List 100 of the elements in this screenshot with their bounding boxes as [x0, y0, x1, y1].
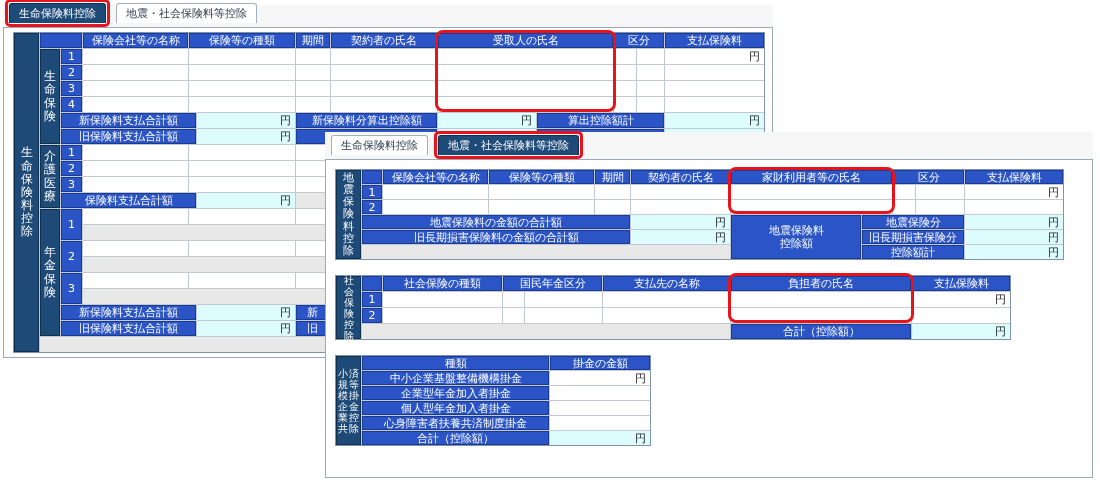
section-label: 地震保険料控除	[336, 170, 361, 259]
row-number: 1	[61, 145, 82, 160]
row-label: 新保険料分算出控除額	[296, 113, 437, 128]
amount-cell: 円	[197, 305, 295, 320]
amount-cell: 円	[197, 129, 295, 144]
row-label: 算出控除額計	[537, 113, 664, 128]
tab[interactable]: 地震・社会保険料等控除	[438, 135, 579, 155]
row-number: 1	[61, 49, 82, 64]
section-label: 生命保険	[40, 49, 60, 144]
column-header: 区分	[893, 170, 964, 184]
table-cell	[916, 200, 964, 214]
amount-cell: 円	[631, 230, 730, 244]
table-cell	[893, 185, 915, 199]
column-header: 支払保険料	[665, 33, 764, 48]
amount-cell: 円	[197, 321, 295, 336]
amount-cell: 円	[438, 113, 536, 128]
section-label: 生命保険料控除	[14, 33, 39, 352]
row-number: 2	[61, 161, 82, 176]
table-cell	[893, 200, 915, 214]
amount-cell: 円	[550, 431, 650, 445]
row-label: 合計（控除額）	[731, 324, 911, 339]
table-cell	[637, 49, 664, 64]
table-cell	[296, 97, 330, 112]
row-number: 2	[362, 308, 382, 323]
column-header: 期間	[296, 33, 330, 48]
row-number: 4	[61, 97, 82, 112]
row-label: 旧長期損害保険料の金額の合計額	[362, 230, 630, 244]
table-cell	[503, 308, 524, 323]
amount-cell: 円	[965, 245, 1063, 259]
table-cell	[296, 81, 330, 96]
row-number: 3	[61, 81, 82, 96]
row-label: 旧保険料支払合計額	[61, 129, 196, 144]
column-header: 区分	[614, 33, 664, 48]
amount-cell: 円	[965, 230, 1063, 244]
amount-cell: 円	[912, 324, 1010, 339]
tab[interactable]: 生命保険料控除	[9, 3, 106, 23]
amount-cell: 円	[965, 215, 1063, 229]
section-label: 社会保険控除	[336, 276, 361, 339]
section-label: 介護医療	[40, 145, 60, 208]
table-cell	[503, 292, 524, 307]
row-label: 地震保険料控除額	[731, 215, 861, 259]
row-label: 心身障害者扶養共済制度掛金	[362, 416, 549, 430]
amount-cell: 円	[665, 49, 764, 64]
tab[interactable]: 生命保険料控除	[331, 135, 428, 155]
row-number: 1	[61, 209, 82, 240]
row-label: 新保険料支払合計額	[61, 305, 196, 320]
row-label: 控除額計	[862, 245, 964, 259]
table-cell	[916, 185, 964, 199]
tab[interactable]: 地震・社会保険料等控除	[116, 3, 257, 23]
row-number: 3	[61, 177, 82, 192]
header-cell	[362, 170, 382, 184]
column-header: 契約者の氏名	[331, 33, 437, 48]
row-label: 保険料支払合計額	[61, 193, 196, 208]
row-label: 新保険料支払合計額	[61, 113, 196, 128]
column-header: 保険等の種類	[489, 170, 594, 184]
amount-cell: 円	[965, 185, 1063, 199]
table-cell	[637, 97, 664, 112]
column-header: 負担者の氏名	[731, 276, 911, 291]
row-number: 2	[362, 200, 382, 214]
amount-cell: 円	[912, 292, 1010, 307]
table-cell	[614, 97, 636, 112]
row-number: 3	[61, 273, 82, 304]
column-header: 種類	[362, 356, 549, 370]
row-label: 個人型年金加入者掛金	[362, 401, 549, 415]
row-label: 地震保険料の金額の合計額	[362, 215, 630, 229]
column-header: 支払保険料	[965, 170, 1063, 184]
column-header: 支払先の名称	[603, 276, 730, 291]
table-cell	[637, 81, 664, 96]
column-header: 保険会社等の名称	[83, 33, 188, 48]
amount-cell: 円	[550, 371, 650, 385]
table-cell	[614, 49, 636, 64]
table-cell	[595, 200, 630, 214]
amount-cell: 円	[197, 193, 295, 208]
row-number: 1	[362, 292, 382, 307]
column-header: 保険等の種類	[189, 33, 295, 48]
table-cell	[595, 185, 630, 199]
column-header: 期間	[595, 170, 630, 184]
header-cell	[40, 33, 82, 48]
row-label: 企業型年金加入者掛金	[362, 386, 549, 400]
row-label: 旧長期損害保険分	[862, 230, 964, 244]
row-label: 地震保険分	[862, 215, 964, 229]
column-header: 国民年金区分	[503, 276, 602, 291]
column-header: 契約者の氏名	[631, 170, 730, 184]
row-label: 中小企業基盤整備機構掛金	[362, 371, 549, 385]
amount-cell: 円	[665, 113, 764, 128]
amount-cell: 円	[631, 215, 730, 229]
table-cell	[614, 81, 636, 96]
column-header: 社会保険の種類	[383, 276, 502, 291]
row-number: 1	[362, 185, 382, 199]
table-cell	[296, 49, 330, 64]
row-label: 旧保険料支払合計額	[61, 321, 196, 336]
row-number: 2	[61, 65, 82, 80]
row-label: 合計（控除額）	[362, 431, 549, 445]
table-cell	[637, 65, 664, 80]
row-number: 2	[61, 241, 82, 272]
section-label: 小規模企業共 済等掛金控除	[336, 356, 361, 445]
amount-cell: 円	[197, 113, 295, 128]
column-header: 掛金の金額	[550, 356, 650, 370]
column-header: 家財利用者等の氏名	[731, 170, 892, 184]
column-header: 受取人の氏名	[438, 33, 613, 48]
